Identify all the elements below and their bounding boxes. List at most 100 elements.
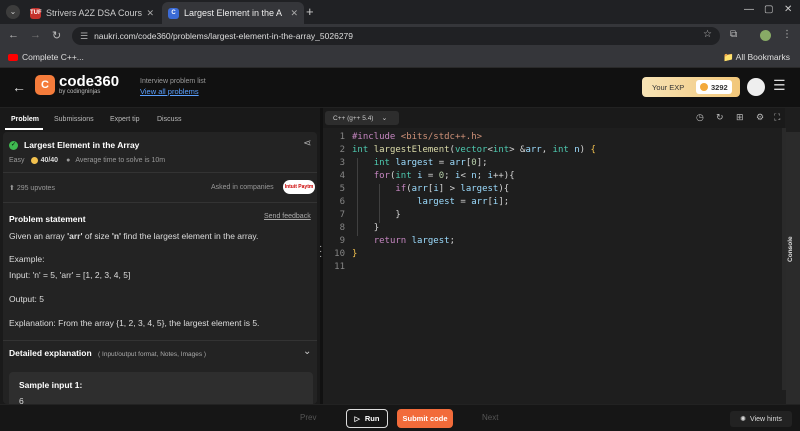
- line-number-gutter: 1 2 3 4 5 6 7 8 9 10 11: [323, 128, 351, 390]
- tab-search-icon[interactable]: ⌄: [6, 5, 20, 19]
- avg-time: Average time to solve is 10m: [75, 157, 166, 164]
- chevron-down-icon: ⌄: [381, 115, 388, 122]
- bottom-action-bar: Prev ▷ Run Submit code Next ✺ View hints: [0, 404, 800, 431]
- logo-main: code360: [59, 73, 120, 90]
- browser-tab-largest-element[interactable]: C Largest Element in the A ✕: [162, 2, 304, 24]
- fullscreen-icon[interactable]: ⛶: [774, 112, 780, 123]
- problem-panel: ✓ Largest Element in the Array ⋖ Easy 40…: [0, 132, 320, 404]
- statement-arr: 'arr': [67, 231, 83, 241]
- forward-arrow-icon[interactable]: →: [30, 29, 41, 41]
- upvote-button[interactable]: ⬆ 295 upvotes: [9, 184, 55, 192]
- hamburger-menu-icon[interactable]: ☰: [773, 77, 786, 94]
- chevron-down-icon[interactable]: ⌄: [303, 346, 311, 357]
- code360-logo-icon: C: [35, 75, 55, 95]
- bookmark-complete-cpp[interactable]: Complete C++...: [8, 52, 84, 62]
- tab-problem[interactable]: Problem: [11, 116, 39, 123]
- sample-value: 6: [19, 396, 24, 404]
- code-line-7: }: [395, 210, 401, 220]
- editor-toolbar: C++ (g++ 5.4) ⌄ ◷ ↻ ⊞ ⚙ ⛶: [323, 108, 785, 128]
- minimize-icon[interactable]: —: [744, 4, 754, 15]
- statement-text: Given an array 'arr' of size 'n' find th…: [9, 231, 309, 241]
- close-tab-icon[interactable]: ✕: [290, 8, 298, 19]
- statement-part: Given an array: [9, 231, 68, 241]
- score: 40/40: [40, 157, 59, 164]
- browser-tab-strivers[interactable]: TUF Strivers A2Z DSA Course... ✕: [24, 2, 160, 24]
- console-label: Console: [787, 236, 794, 262]
- run-label: Run: [364, 414, 380, 423]
- score-icon: [30, 157, 38, 164]
- code-editor[interactable]: 1 2 3 4 5 6 7 8 9 10 11 #include <bits/s…: [323, 128, 782, 390]
- extensions-icon[interactable]: ⧉: [730, 29, 737, 40]
- code-line-10: }: [352, 249, 358, 259]
- line-number: 4: [339, 171, 345, 181]
- code-line-6: largest = arr[i];: [417, 197, 510, 207]
- tuf-favicon-icon: TUF: [30, 7, 42, 19]
- problem-card: ✓ Largest Element in the Array ⋖ Easy 40…: [3, 132, 317, 404]
- run-button[interactable]: ▷ Run: [346, 409, 388, 428]
- back-arrow-icon[interactable]: ←: [8, 29, 19, 41]
- statement-n: 'n': [111, 231, 122, 241]
- active-tab-underline: [5, 128, 43, 130]
- exp-badge[interactable]: Your EXP 3292: [642, 77, 740, 97]
- url-input[interactable]: [94, 31, 720, 41]
- line-number: 6: [339, 197, 345, 207]
- youtube-icon: [8, 53, 18, 61]
- view-all-problems-link[interactable]: View all problems: [140, 87, 206, 96]
- detailed-heading: Detailed explanation: [9, 348, 92, 358]
- next-button[interactable]: Next: [482, 413, 498, 422]
- problem-title: ✓ Largest Element in the Array: [9, 140, 139, 150]
- back-arrow-icon[interactable]: ←: [12, 79, 26, 95]
- reload-icon[interactable]: ↻: [52, 29, 61, 42]
- omnibox[interactable]: ☰ ☆: [72, 27, 720, 45]
- settings-gear-icon[interactable]: ⚙: [756, 112, 764, 123]
- line-number: 11: [334, 262, 345, 272]
- solved-check-icon: ✓: [9, 140, 18, 150]
- profile-icon[interactable]: [760, 30, 771, 41]
- send-feedback-link[interactable]: Send feedback: [264, 213, 311, 220]
- tab-title: Largest Element in the A: [184, 8, 283, 18]
- bookmark-label: Complete C++...: [22, 52, 84, 62]
- reset-icon[interactable]: ↻: [716, 112, 724, 123]
- share-icon[interactable]: ⋖: [303, 138, 311, 149]
- submit-code-button[interactable]: Submit code: [397, 409, 453, 428]
- detailed-sub: ( Input/output format, Notes, Images ): [98, 351, 207, 358]
- code360-logo[interactable]: C code360 by codingninjas: [35, 73, 120, 95]
- line-number: 1: [339, 132, 345, 142]
- play-icon: ▷: [354, 415, 360, 423]
- bookmark-star-icon[interactable]: ☆: [703, 29, 712, 40]
- drag-handle-icon[interactable]: · · ·: [319, 242, 322, 262]
- tab-expert-tip[interactable]: Expert tip: [110, 116, 140, 123]
- code360-favicon-icon: C: [168, 7, 179, 19]
- close-window-icon[interactable]: ✕: [784, 4, 792, 15]
- example-explanation: Explanation: From the array {1, 2, 3, 4,…: [9, 318, 260, 328]
- problem-title-text: Largest Element in the Array: [24, 140, 140, 150]
- browser-menu-icon[interactable]: ⋮: [782, 29, 792, 40]
- tab-submissions[interactable]: Submissions: [54, 116, 94, 123]
- sample-heading: Sample input 1:: [19, 380, 83, 390]
- code-line-4: for(int i = 0; i< n; i++){: [373, 171, 515, 181]
- code-line-2: int largestElement(vector<int> &arr, int…: [352, 145, 596, 155]
- close-tab-icon[interactable]: ✕: [146, 8, 154, 19]
- line-number: 9: [339, 236, 345, 246]
- all-bookmarks[interactable]: 📁 All Bookmarks: [723, 52, 790, 63]
- maximize-icon[interactable]: ▢: [764, 4, 773, 15]
- divider: [3, 340, 317, 341]
- detailed-explanation-toggle[interactable]: Detailed explanation ( Input/output form…: [9, 348, 206, 358]
- site-info-icon[interactable]: ☰: [80, 31, 88, 42]
- tab-discuss[interactable]: Discuss: [157, 116, 182, 123]
- example-output: Output: 5: [9, 294, 44, 304]
- prev-button[interactable]: Prev: [300, 413, 316, 422]
- exp-value-box: 3292: [696, 80, 732, 94]
- statement-part: of size: [82, 231, 112, 241]
- timer-icon[interactable]: ◷: [696, 112, 704, 123]
- console-toggle[interactable]: ‹ Console: [786, 132, 800, 404]
- language-select[interactable]: C++ (g++ 5.4) ⌄: [325, 111, 399, 125]
- format-icon[interactable]: ⊞: [736, 112, 744, 123]
- code-line-1: #include <bits/stdc++.h>: [352, 132, 483, 142]
- view-hints-button[interactable]: ✺ View hints: [730, 411, 792, 427]
- avatar[interactable]: [747, 78, 765, 96]
- code-line-3: int largest = arr[0];: [373, 158, 488, 168]
- new-tab-icon[interactable]: +: [306, 4, 314, 19]
- company-logo[interactable]: Intuit Paytm: [283, 180, 315, 194]
- all-bookmarks-label: All Bookmarks: [735, 52, 790, 62]
